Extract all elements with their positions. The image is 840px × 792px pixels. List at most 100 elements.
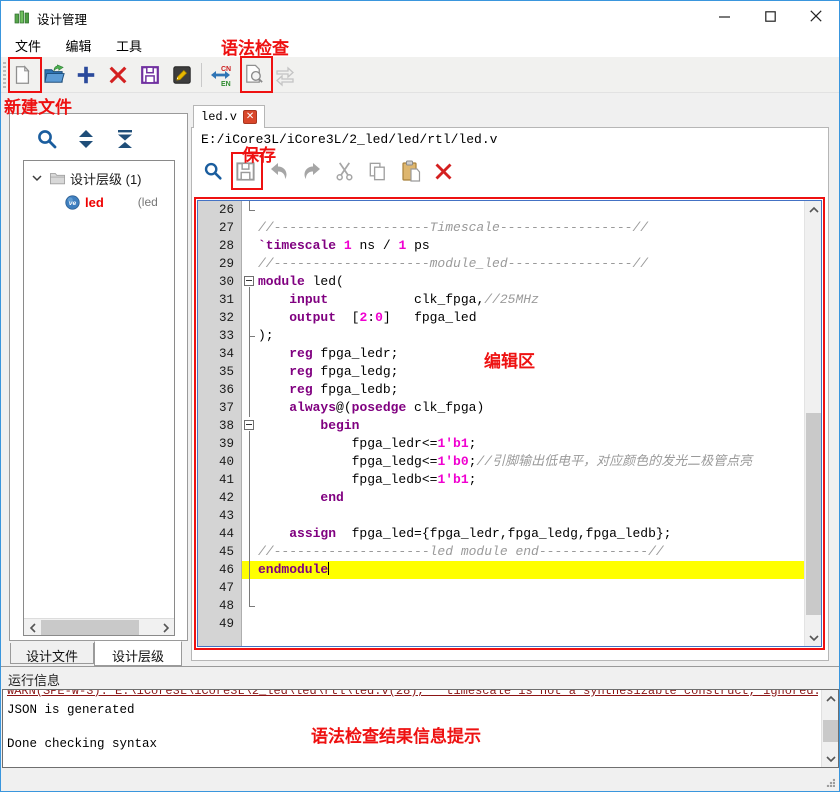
scroll-up-button[interactable] [805,201,822,218]
delete-button[interactable] [431,157,456,185]
code-line[interactable]: fpga_ledb<=1'b1; [258,471,804,489]
code-line[interactable]: begin [258,417,804,435]
new-file-button[interactable] [6,59,38,91]
code-line[interactable]: reg fpga_ledb; [258,381,804,399]
folder-icon [49,171,66,186]
copy-button[interactable] [365,157,390,185]
code-line[interactable]: end [258,489,804,507]
code-line[interactable]: output [2:0] fpga_led [258,309,804,327]
scroll-thumb[interactable] [41,620,139,635]
title-bar: 设计管理 [1,1,839,31]
line-number: 35 [198,363,241,381]
code-line[interactable]: fpga_ledg<=1'b0;//引脚输出低电平，对应颜色的发光二极管点亮 [258,453,804,471]
code-line[interactable]: //--------------------module_led--------… [258,255,804,273]
code-line[interactable]: always@(posedge clk_fpga) [258,399,804,417]
fold-margin [242,201,258,646]
output-vertical-scrollbar[interactable] [821,690,838,767]
output-warning-line: WARN(SPE-W-3): E:\iCore3L\iCore3L\2_led\… [7,690,818,702]
cut-button[interactable] [332,157,357,185]
tree-root-row[interactable]: 设计层级 (1) [24,167,174,189]
scroll-down-icon [826,755,836,763]
close-button[interactable] [793,1,839,31]
open-folder-icon [43,63,66,86]
line-number: 44 [198,525,241,543]
tree-item-led[interactable]: ve led (led [24,191,174,213]
fold-margin-row [242,489,258,507]
remove-x-icon [107,64,129,86]
code-line[interactable]: fpga_ledr<=1'b1; [258,435,804,453]
tree-collapse-all-button[interactable] [110,124,140,154]
fold-margin-row [242,255,258,273]
line-number: 26 [198,201,241,219]
scroll-down-button[interactable] [822,750,839,767]
code-line[interactable]: `timescale 1 ns / 1 ps [258,237,804,255]
translate-cn-en-button[interactable]: CN EN [205,59,237,91]
code-editor[interactable]: 2627282930313233343536373839404142434445… [197,200,822,647]
chevron-down-icon[interactable] [29,170,45,186]
paste-button[interactable] [398,157,423,185]
editor-vertical-scrollbar[interactable] [804,201,821,646]
code-line[interactable] [258,579,804,597]
scroll-down-button[interactable] [805,629,822,646]
line-number: 33 [198,327,241,345]
minimize-icon [719,11,730,22]
run-info-header: 运行信息 [8,670,60,689]
scroll-up-button[interactable] [822,690,839,707]
fold-margin-row [242,237,258,255]
code-line[interactable]: reg fpga_ledr; [258,345,804,363]
editor-search-button[interactable] [200,157,225,185]
code-line[interactable] [258,201,804,219]
status-strip [2,769,839,791]
tab-close-button[interactable]: ✕ [243,110,257,124]
resize-grip[interactable] [826,778,835,787]
tree-search-button[interactable] [32,124,62,154]
fold-margin-row [242,543,258,561]
code-line[interactable] [258,615,804,633]
tree-expand-all-button[interactable] [71,124,101,154]
code-line[interactable] [258,507,804,525]
search-icon [35,127,59,151]
tab-design-files[interactable]: 设计文件 [10,643,94,664]
syntax-check-button[interactable] [237,59,269,91]
scroll-thumb[interactable] [823,720,838,742]
tab-design-hierarchy[interactable]: 设计层级 [94,641,182,666]
code-area[interactable]: //--------------------Timescale---------… [258,201,804,646]
code-line[interactable]: //--------------------Timescale---------… [258,219,804,237]
code-line[interactable] [258,597,804,615]
edit-compile-button[interactable] [166,59,198,91]
save-all-button[interactable] [134,59,166,91]
code-line[interactable]: endmodule [258,561,804,579]
minimize-button[interactable] [701,1,747,31]
document-tab-ledv[interactable]: led.v ✕ [193,105,265,128]
maximize-button[interactable] [747,1,793,31]
code-line[interactable]: assign fpga_led={fpga_ledr,fpga_ledg,fpg… [258,525,804,543]
add-file-button[interactable] [70,59,102,91]
code-line[interactable]: input clk_fpga,//25MHz [258,291,804,309]
scissors-icon [333,160,356,183]
fold-margin-row [242,471,258,489]
window-title: 设计管理 [37,9,87,28]
document-tab-label: led.v [201,110,237,124]
toolbar-separator [201,63,202,87]
code-line[interactable]: //--------------------led module end----… [258,543,804,561]
fold-toggle[interactable] [242,273,258,291]
menu-edit[interactable]: 编辑 [55,31,101,55]
code-line[interactable]: reg fpga_ledg; [258,363,804,381]
undo-button[interactable] [266,157,291,185]
file-path: E:/iCore3L/iCore3L/2_led/led/rtl/led.v [201,132,497,147]
scroll-left-button[interactable] [24,619,41,636]
swap-button[interactable] [269,59,301,91]
redo-button[interactable] [299,157,324,185]
menu-file[interactable]: 文件 [5,31,51,55]
open-file-button[interactable] [38,59,70,91]
menu-tools[interactable]: 工具 [106,31,152,55]
scroll-up-icon [809,206,819,214]
code-line[interactable]: ); [258,327,804,345]
remove-file-button[interactable] [102,59,134,91]
fold-toggle[interactable] [242,417,258,435]
tree-horizontal-scrollbar[interactable] [24,618,174,635]
code-line[interactable]: module led( [258,273,804,291]
scroll-thumb[interactable] [806,413,821,615]
editor-save-button[interactable] [233,157,258,185]
scroll-right-button[interactable] [157,619,174,636]
